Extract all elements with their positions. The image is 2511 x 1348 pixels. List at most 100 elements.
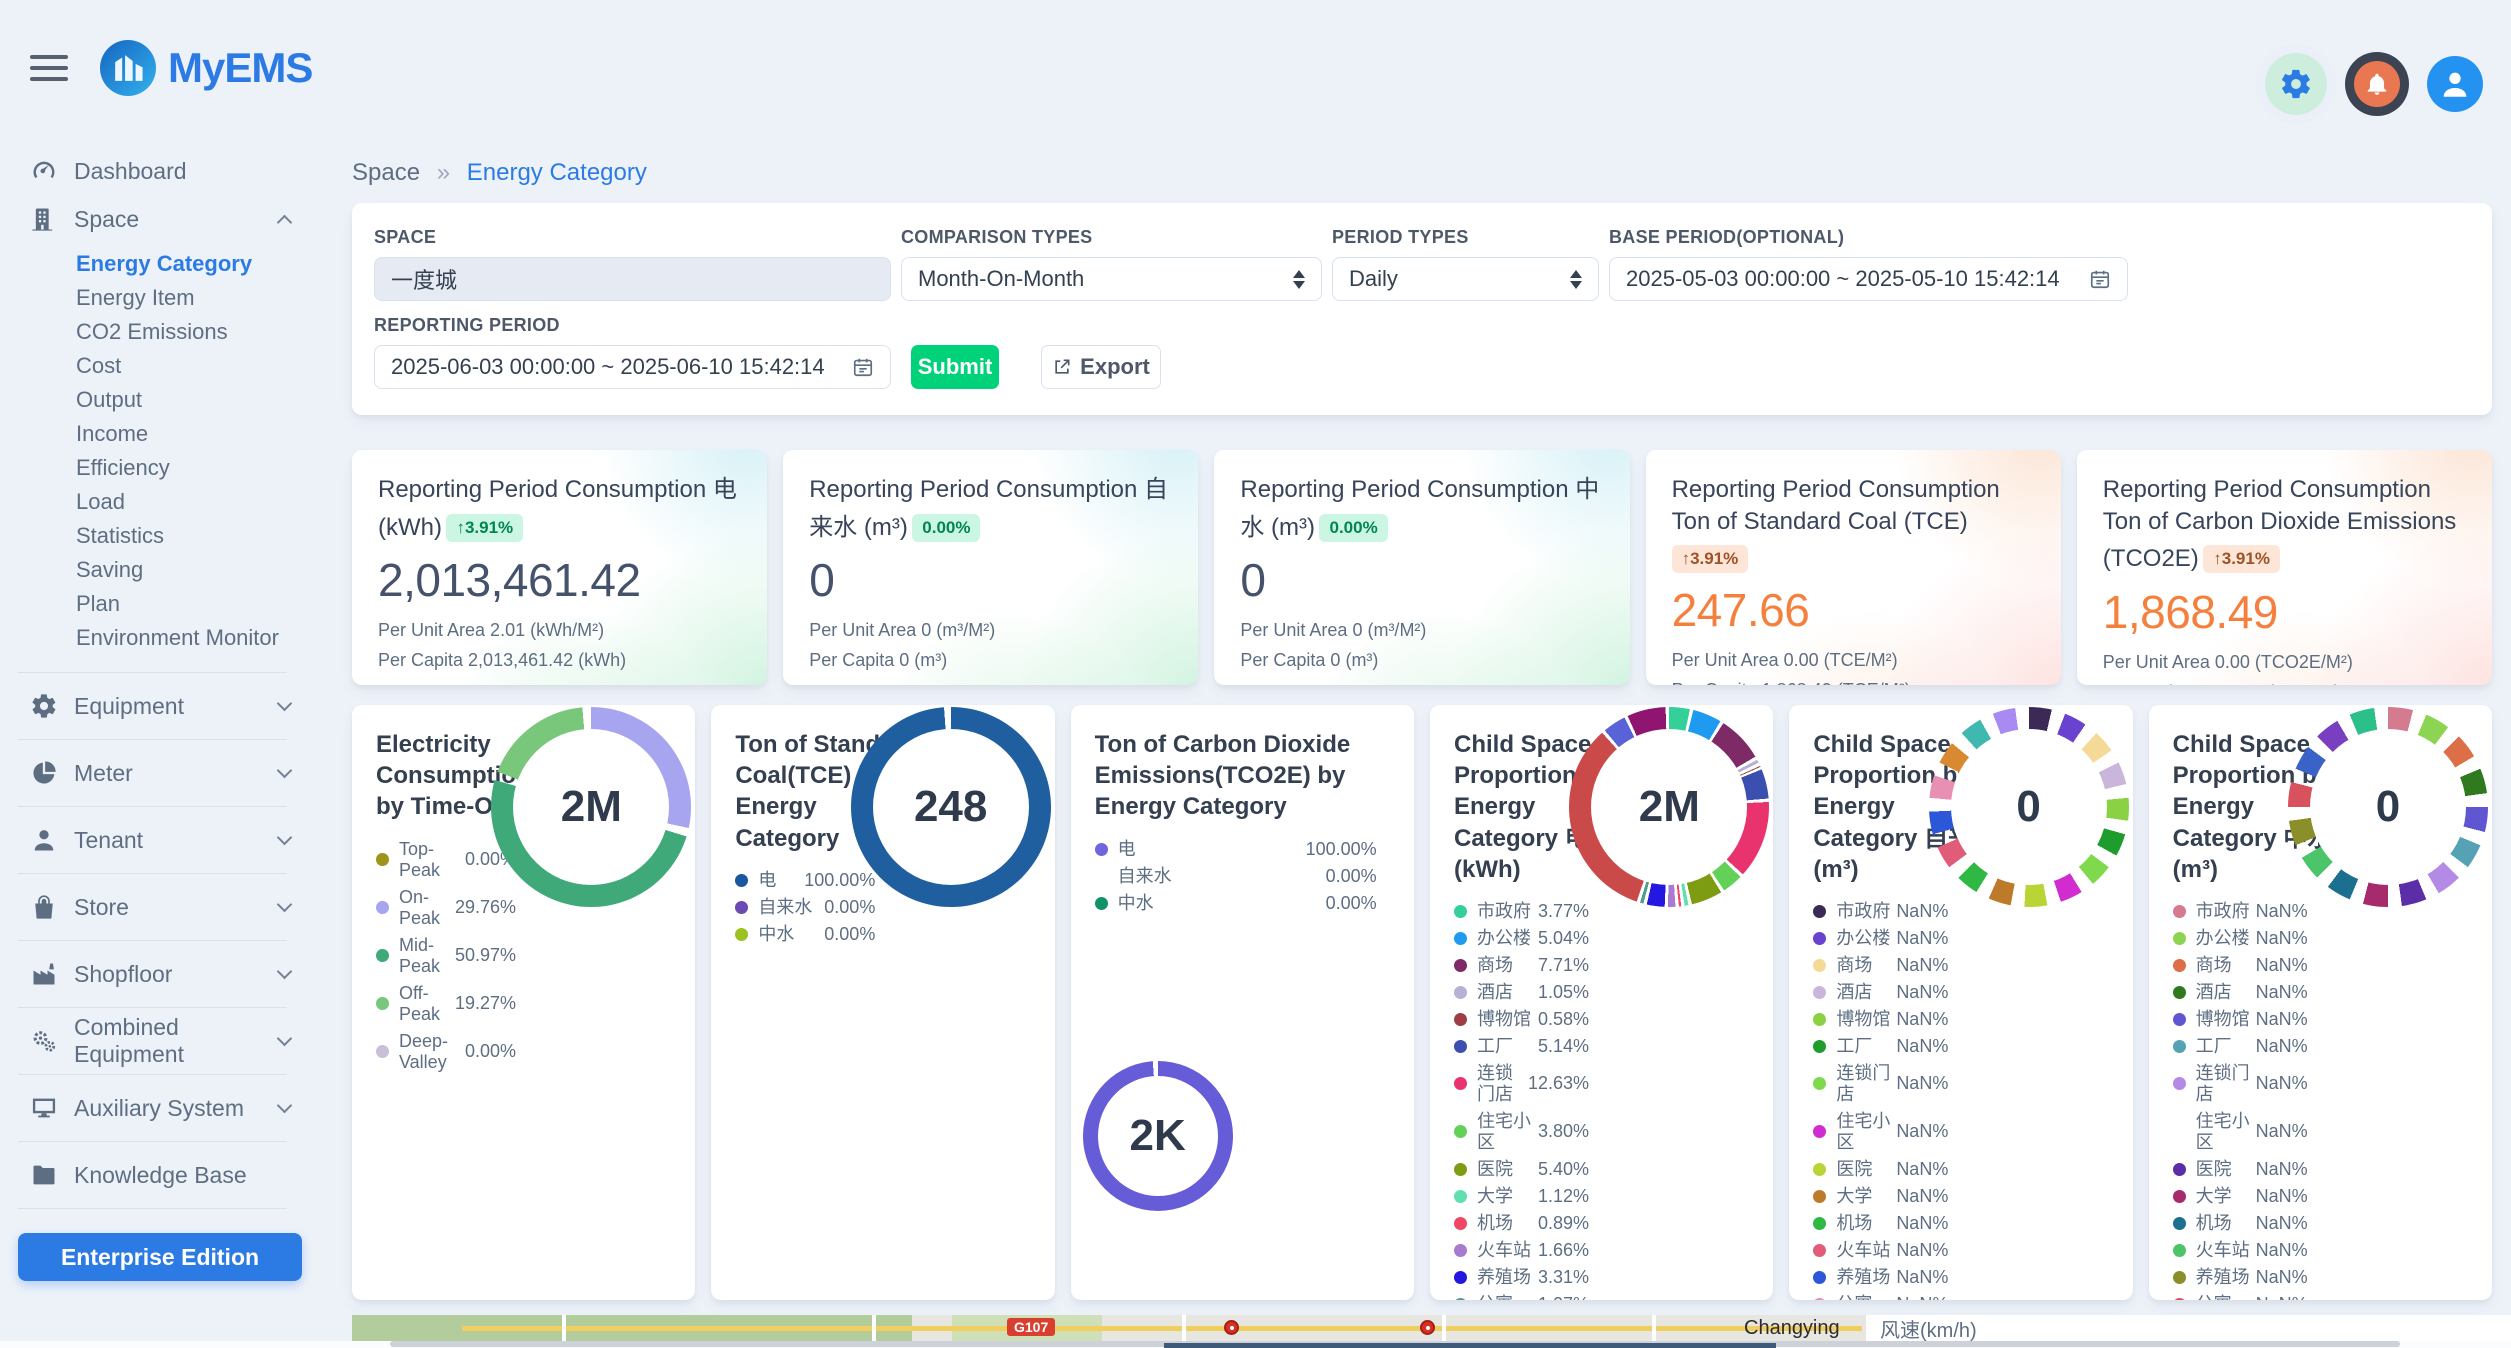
legend-color-dot xyxy=(2173,1298,2186,1300)
legend-value: NaN% xyxy=(1896,1036,1948,1057)
sidebar-item-label: Equipment xyxy=(74,693,184,720)
sidebar-item-environment-monitor[interactable]: Environment Monitor xyxy=(0,621,320,655)
legend-item: 自来水0.00% xyxy=(1095,866,1377,887)
sidebar-item-meter[interactable]: Meter xyxy=(0,749,320,797)
gauge-icon xyxy=(30,157,58,185)
settings-gear-icon[interactable] xyxy=(2265,53,2327,115)
map-marker-icon[interactable] xyxy=(1420,1320,1435,1335)
brand-name: MyEMS xyxy=(168,44,312,92)
legend-item: 机场NaN% xyxy=(1813,1213,1948,1234)
legend-color-dot xyxy=(1454,1298,1467,1300)
donut-center-value: 2M xyxy=(1569,707,1769,907)
sidebar-item-statistics[interactable]: Statistics xyxy=(0,519,320,553)
sidebar-item-cost[interactable]: Cost xyxy=(0,349,320,383)
wind-speed-panel: 风速(km/h) xyxy=(1866,1315,2511,1341)
sidebar-item-income[interactable]: Income xyxy=(0,417,320,451)
legend-value: 1.12% xyxy=(1538,1186,1589,1207)
sidebar-item-energy-category[interactable]: Energy Category xyxy=(0,247,320,281)
map[interactable]: G107 Changying 风速(km/h) xyxy=(352,1315,2511,1341)
sidebar-divider xyxy=(18,873,287,874)
legend-color-dot xyxy=(1454,986,1467,999)
legend-color-dot xyxy=(2173,932,2186,945)
export-button[interactable]: Export xyxy=(1041,345,1161,389)
sidebar-item-output[interactable]: Output xyxy=(0,383,320,417)
sidebar-item-efficiency[interactable]: Efficiency xyxy=(0,451,320,485)
legend-label: 公寓 xyxy=(1836,1294,1896,1300)
kpi-change-badge: 0.00% xyxy=(912,514,980,542)
kpi-change-badge: 0.00% xyxy=(1319,514,1387,542)
sidebar-item-load[interactable]: Load xyxy=(0,485,320,519)
breadcrumb-energy-category[interactable]: Energy Category xyxy=(467,159,647,186)
submit-button[interactable]: Submit xyxy=(911,345,999,389)
map-road xyxy=(1442,1315,1446,1341)
sidebar-item-label: Meter xyxy=(74,760,133,787)
legend-label: Deep-Valley xyxy=(399,1031,465,1073)
legend-label: 公寓 xyxy=(2196,1294,2256,1300)
sidebar-item-store[interactable]: Store xyxy=(0,883,320,931)
chart-card: Ton of Carbon Dioxide Emissions(TCO2E) b… xyxy=(1071,705,1414,1300)
myems-logo-icon xyxy=(100,40,156,96)
legend-color-dot xyxy=(2173,1013,2186,1026)
legend-color-dot xyxy=(1454,1125,1467,1138)
legend-color-dot xyxy=(1813,905,1826,918)
legend-value: 1.66% xyxy=(1538,1240,1589,1261)
legend-item: 大学1.12% xyxy=(1454,1186,1589,1207)
breadcrumb-space[interactable]: Space xyxy=(352,159,420,186)
sidebar-item-knowledge-base[interactable]: Knowledge Base xyxy=(0,1151,320,1199)
legend-item: 医院NaN% xyxy=(2173,1159,2308,1180)
sidebar-item-co2-emissions[interactable]: CO2 Emissions xyxy=(0,315,320,349)
reporting-period-input[interactable]: 2025-06-03 00:00:00 ~ 2025-06-10 15:42:1… xyxy=(374,345,891,389)
hamburger-menu-icon[interactable] xyxy=(30,48,68,88)
sidebar-item-dashboard[interactable]: Dashboard xyxy=(0,147,320,195)
comparison-types-select[interactable]: Month-On-Month xyxy=(901,257,1322,301)
legend-color-dot xyxy=(1454,1040,1467,1053)
period-types-select[interactable]: Daily xyxy=(1332,257,1599,301)
space-label: SPACE xyxy=(374,227,891,248)
legend-color-dot xyxy=(376,901,389,914)
sidebar-item-shopfloor[interactable]: Shopfloor xyxy=(0,950,320,998)
sidebar-item-saving[interactable]: Saving xyxy=(0,553,320,587)
legend-label: 住宅小区 xyxy=(1477,1111,1538,1153)
legend-label: 医院 xyxy=(2196,1159,2256,1180)
chevron-up-icon xyxy=(277,214,293,230)
legend-value: 100.00% xyxy=(1306,839,1377,860)
sidebar-item-label: Knowledge Base xyxy=(74,1162,247,1189)
main-content: Space » Energy Category SPACE 一度城 COMPAR… xyxy=(320,135,2511,1300)
kpi-title: Reporting Period Consumption Ton of Stan… xyxy=(1672,476,2000,535)
user-icon xyxy=(30,826,58,854)
brand[interactable]: MyEMS xyxy=(100,40,312,96)
sidebar-item-tenant[interactable]: Tenant xyxy=(0,816,320,864)
sidebar-item-auxiliary-system[interactable]: Auxiliary System xyxy=(0,1084,320,1132)
legend-label: 博物馆 xyxy=(1836,1009,1896,1030)
base-period-input[interactable]: 2025-05-03 00:00:00 ~ 2025-05-10 15:42:1… xyxy=(1609,257,2128,301)
kpi-value: 0 xyxy=(1240,553,1603,607)
legend-value: NaN% xyxy=(2256,1009,2308,1030)
donut-chart: 0 xyxy=(2288,707,2488,907)
enterprise-edition-button[interactable]: Enterprise Edition xyxy=(18,1233,302,1281)
map-marker-icon[interactable] xyxy=(1224,1320,1239,1335)
map-road xyxy=(1182,1315,1186,1341)
comparison-types-label: COMPARISON TYPES xyxy=(901,227,1322,248)
breadcrumb: Space » Energy Category xyxy=(352,159,2492,187)
sidebar-item-label: Combined Equipment xyxy=(74,1014,279,1068)
sidebar-item-combined-equipment[interactable]: Combined Equipment xyxy=(0,1017,320,1065)
legend-color-dot xyxy=(1813,1163,1826,1176)
sidebar-item-equipment[interactable]: Equipment xyxy=(0,682,320,730)
reporting-period-label: REPORTING PERIOD xyxy=(374,315,891,336)
sidebar-item-plan[interactable]: Plan xyxy=(0,587,320,621)
sidebar-item-energy-item[interactable]: Energy Item xyxy=(0,281,320,315)
legend-color-dot xyxy=(1454,1163,1467,1176)
user-avatar-icon[interactable] xyxy=(2427,56,2483,112)
legend-item: 火车站NaN% xyxy=(2173,1240,2308,1261)
notifications-bell-icon[interactable] xyxy=(2345,52,2409,116)
legend-item: 办公楼NaN% xyxy=(2173,928,2308,949)
map-route-badge: G107 xyxy=(1007,1318,1055,1336)
kpi-card: Reporting Period Consumption Ton of Carb… xyxy=(2077,450,2492,685)
legend-color-dot xyxy=(2173,1271,2186,1284)
sidebar-item-space[interactable]: Space xyxy=(0,195,320,243)
legend-item: Deep-Valley0.00% xyxy=(376,1031,516,1073)
space-input[interactable]: 一度城 xyxy=(374,257,891,301)
legend-label: 火车站 xyxy=(1477,1240,1538,1261)
legend-item: 公寓NaN% xyxy=(1813,1294,1948,1300)
legend-color-dot xyxy=(735,874,748,887)
